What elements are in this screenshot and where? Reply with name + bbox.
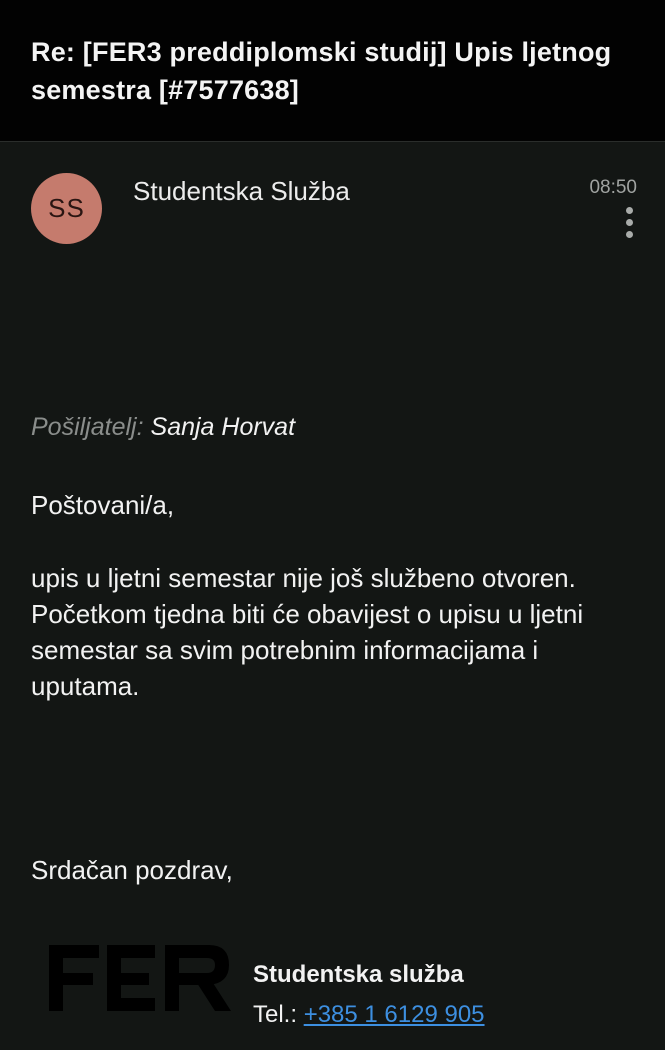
signature-org: Studentska služba [253, 961, 464, 988]
original-sender-line: Pošiljatelj: Sanja Horvat [31, 413, 295, 442]
header-divider [0, 141, 665, 142]
phone-link[interactable]: +385 1 6129 905 [304, 1001, 485, 1028]
message-time: 08:50 [589, 177, 637, 198]
avatar-initials: SS [48, 193, 85, 223]
sender-label: Pošiljatelj: [31, 413, 144, 441]
tel-label: Tel.: [253, 1001, 298, 1028]
greeting: Poštovani/a, [31, 490, 175, 520]
sender-name[interactable]: Studentska Služba [133, 176, 350, 207]
closing: Srdačan pozdrav, [31, 855, 233, 885]
email-subject: Re: [FER3 preddiplomski studij] Upis lje… [31, 33, 631, 109]
sender-avatar[interactable]: SS [31, 173, 102, 244]
message-body: upis u ljetni semestar nije još službeno… [31, 563, 584, 701]
subject-line-1: Re: [FER3 preddiplomski studij] Upis lje… [31, 37, 612, 67]
signature-phone: Tel.: +385 1 6129 905 [253, 1001, 485, 1029]
subject-header: Re: [FER3 preddiplomski studij] Upis lje… [0, 0, 665, 142]
sender-value: Sanja Horvat [150, 413, 296, 441]
email-view: Re: [FER3 preddiplomski studij] Upis lje… [0, 0, 665, 1050]
subject-line-2: semestra [#7577638] [31, 75, 299, 105]
fer-logo [49, 945, 231, 1011]
more-vertical-icon[interactable] [624, 207, 634, 239]
